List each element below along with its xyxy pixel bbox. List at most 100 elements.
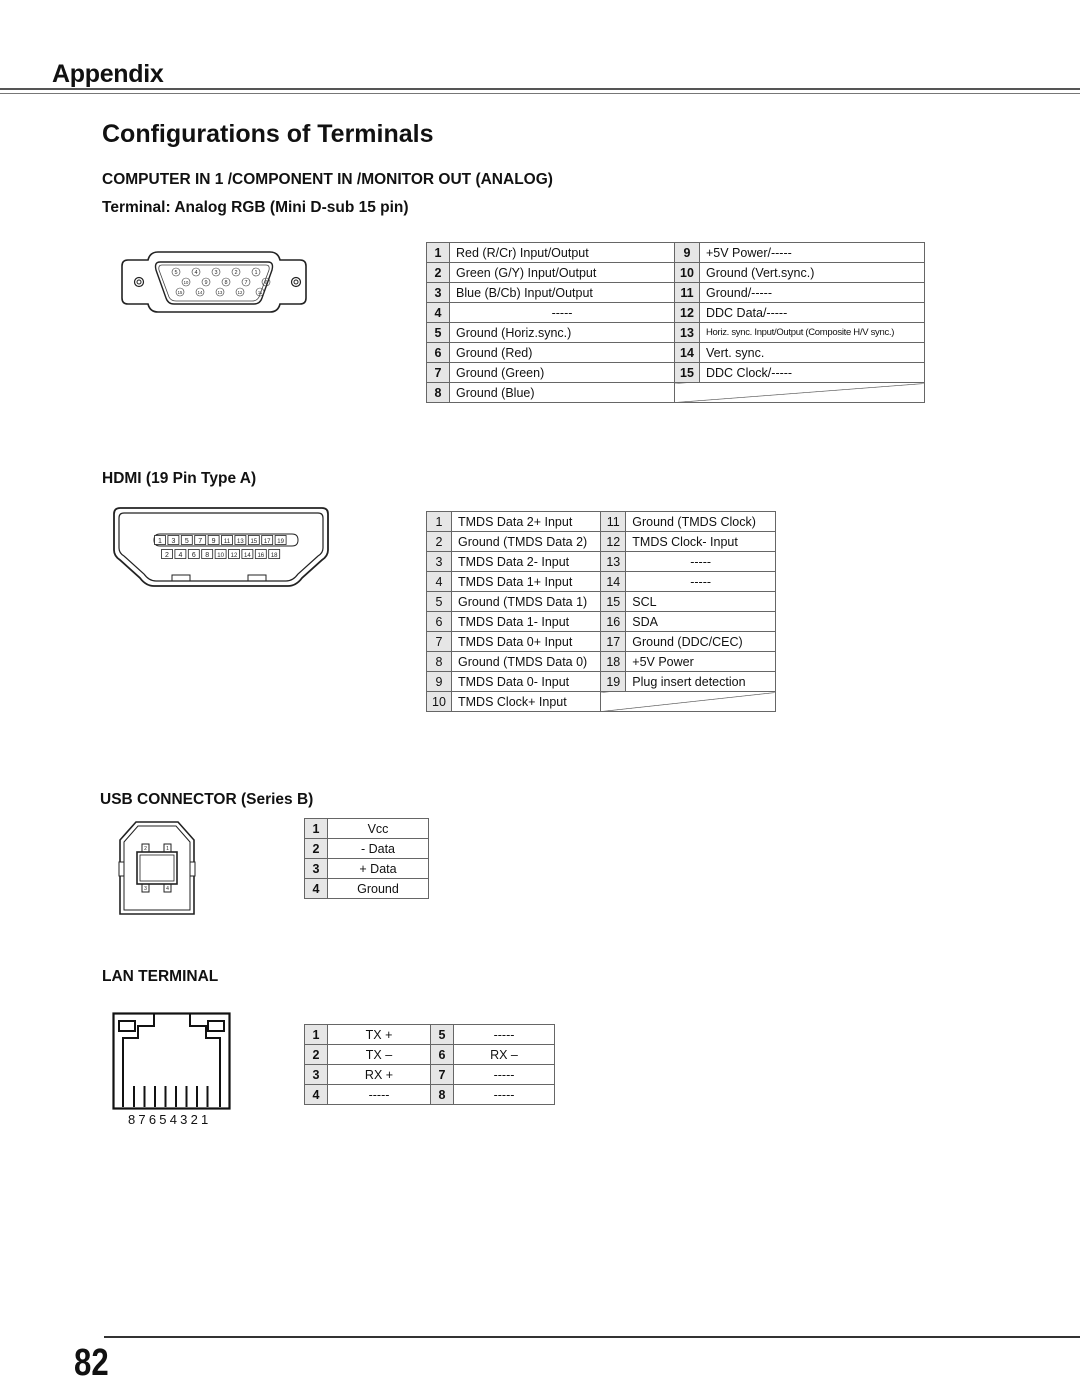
table-row: 4 ----- 12 DDC Data/----- bbox=[426, 302, 925, 323]
pin-description: Vert. sync. bbox=[699, 342, 925, 363]
pin-number: 14 bbox=[674, 342, 700, 363]
vga-pin-label: 1 bbox=[254, 270, 257, 276]
pin-description: Ground (TMDS Clock) bbox=[625, 511, 776, 532]
appendix-header: Appendix bbox=[52, 60, 164, 88]
pin-description: ----- bbox=[449, 302, 675, 323]
pin-number: 13 bbox=[600, 551, 627, 572]
pin-number: 7 bbox=[426, 631, 452, 652]
pin-number: 1 bbox=[304, 818, 328, 839]
pin-description: Ground (Red) bbox=[449, 342, 675, 363]
pin-description: SCL bbox=[625, 591, 776, 612]
pin-number: 17 bbox=[600, 631, 627, 652]
pin-number: 2 bbox=[426, 531, 452, 552]
pin-description: RX + bbox=[327, 1064, 431, 1085]
vga-pin-label: 4 bbox=[194, 270, 197, 276]
vga-pin-table: 1 Red (R/Cr) Input/Output 9 +5V Power/-----… bbox=[426, 242, 925, 403]
pin-number: 1 bbox=[426, 242, 450, 263]
pin-number: 11 bbox=[674, 282, 700, 303]
table-row: 1 TMDS Data 2+ Input 11 Ground (TMDS Clock) bbox=[426, 511, 776, 532]
table-row: 6 TMDS Data 1- Input 16 SDA bbox=[426, 611, 776, 632]
pin-description: Ground (Horiz.sync.) bbox=[449, 322, 675, 343]
page-title: Configurations of Terminals bbox=[102, 120, 434, 148]
pin-description: ----- bbox=[453, 1064, 555, 1085]
table-row: 5 Ground (TMDS Data 1) 15 SCL bbox=[426, 591, 776, 612]
pin-number: 2 bbox=[304, 1044, 328, 1065]
pin-number: 12 bbox=[674, 302, 700, 323]
vga-pin-label: 6 bbox=[264, 280, 267, 286]
vga-pin-label: 5 bbox=[174, 270, 177, 276]
header-rule bbox=[0, 88, 1080, 90]
pin-description: ----- bbox=[625, 551, 776, 572]
pin-number: 3 bbox=[304, 858, 328, 879]
pin-description: Plug insert detection bbox=[625, 671, 776, 692]
vga-pin-label: 12 bbox=[238, 290, 243, 295]
pin-number: 5 bbox=[430, 1024, 454, 1045]
vga-pin-label: 7 bbox=[244, 280, 247, 286]
pin-description: DDC Data/----- bbox=[699, 302, 925, 323]
pin-description: Ground (Vert.sync.) bbox=[699, 262, 925, 283]
vga-pin-label: 8 bbox=[224, 280, 227, 286]
usb-section-heading: USB CONNECTOR (Series B) bbox=[100, 791, 314, 808]
pin-description: Ground (Green) bbox=[449, 362, 675, 383]
pin-number: 1 bbox=[426, 511, 452, 532]
pin-description: +5V Power/----- bbox=[699, 242, 925, 263]
usb-pin-label: 2 bbox=[144, 846, 147, 852]
pin-number: 10 bbox=[426, 691, 452, 712]
pin-description: Ground/----- bbox=[699, 282, 925, 303]
pin-number: 4 bbox=[304, 1084, 328, 1105]
footer-rule bbox=[104, 1336, 1080, 1338]
usb-type-b-connector-icon: 2 1 3 4 bbox=[118, 821, 196, 915]
pin-description: TMDS Data 1+ Input bbox=[450, 571, 602, 592]
pin-description: Ground (TMDS Data 1) bbox=[450, 591, 602, 612]
pin-number: 2 bbox=[304, 838, 328, 859]
pin-number: 3 bbox=[426, 551, 452, 572]
table-row: 7 Ground (Green) 15 DDC Clock/----- bbox=[426, 362, 925, 383]
hdmi-pin-label: 19 bbox=[277, 539, 284, 545]
pin-number: 1 bbox=[304, 1024, 328, 1045]
hdmi-pin-label: 10 bbox=[217, 553, 224, 559]
table-row: 8 Ground (TMDS Data 0) 18 +5V Power bbox=[426, 651, 776, 672]
hdmi-pin-label: 16 bbox=[257, 553, 264, 559]
hdmi-pin-label: 13 bbox=[237, 539, 244, 545]
table-row: 1 Red (R/Cr) Input/Output 9 +5V Power/----- bbox=[426, 242, 925, 263]
hdmi-pin-label: 18 bbox=[271, 553, 278, 559]
hdmi-pin-label: 5 bbox=[185, 538, 189, 545]
table-row: 1 Vcc bbox=[304, 818, 429, 839]
pin-number: 18 bbox=[600, 651, 627, 672]
pin-number: 16 bbox=[600, 611, 627, 632]
pin-number: 8 bbox=[426, 382, 450, 403]
table-row: 10 TMDS Clock+ Input bbox=[426, 691, 776, 712]
empty-cell bbox=[600, 691, 776, 712]
pin-description: ----- bbox=[625, 571, 776, 592]
pin-number: 7 bbox=[426, 362, 450, 383]
hdmi-pin-label: 11 bbox=[224, 539, 231, 545]
pin-number: 6 bbox=[426, 342, 450, 363]
lan-pin-order-label: 87654321 bbox=[128, 1112, 212, 1127]
pin-description: ----- bbox=[327, 1084, 431, 1105]
pin-description: TMDS Data 1- Input bbox=[450, 611, 602, 632]
hdmi-pin-label: 1 bbox=[158, 538, 162, 545]
pin-description: Green (G/Y) Input/Output bbox=[449, 262, 675, 283]
pin-description: Blue (B/Cb) Input/Output bbox=[449, 282, 675, 303]
lan-pin-table: 1 TX +5 ----- 2 TX –6 RX –3 RX +7 ----- 4 ----- 8-… bbox=[304, 1024, 555, 1105]
pin-number: 3 bbox=[304, 1064, 328, 1085]
pin-number: 9 bbox=[426, 671, 452, 692]
vga-section-heading: COMPUTER IN 1 /COMPONENT IN /MONITOR OUT… bbox=[102, 171, 553, 188]
pin-description: TMDS Clock+ Input bbox=[450, 691, 602, 712]
usb-pin-table: 1 Vcc 2- Data 3 + Data 4 Ground bbox=[304, 818, 429, 899]
pin-number: 3 bbox=[426, 282, 450, 303]
hdmi-pin-label: 7 bbox=[198, 538, 202, 545]
pin-number: 4 bbox=[304, 878, 328, 899]
pin-number: 6 bbox=[426, 611, 452, 632]
pin-description: SDA bbox=[625, 611, 776, 632]
pin-number: 19 bbox=[600, 671, 627, 692]
pin-number: 5 bbox=[426, 591, 452, 612]
table-row: 4 Ground bbox=[304, 878, 429, 899]
vga-pin-label: 13 bbox=[218, 290, 223, 295]
hdmi-pin-label: 15 bbox=[250, 539, 257, 545]
pin-description: TX – bbox=[327, 1044, 431, 1065]
pin-description: ----- bbox=[453, 1024, 555, 1045]
pin-number: 7 bbox=[430, 1064, 454, 1085]
pin-description: - Data bbox=[327, 838, 429, 859]
hdmi-type-a-connector-icon: 1 3 5 7 9 11 13 15 17 192 4 6 8 10 12 14 16 18 bbox=[113, 507, 329, 587]
